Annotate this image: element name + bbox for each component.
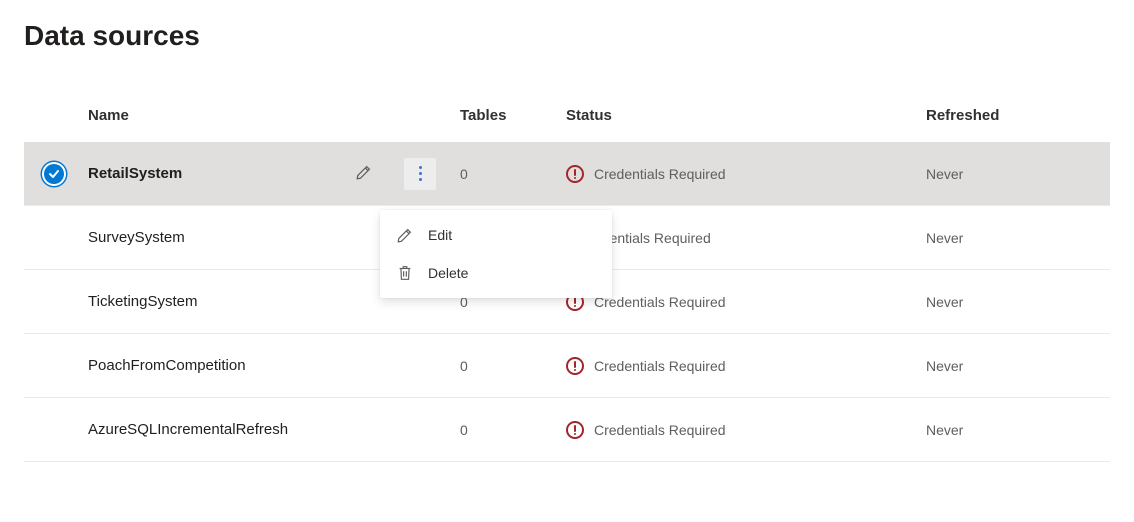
row-status: Credentials Required xyxy=(594,422,726,438)
row-refreshed: Never xyxy=(926,358,963,374)
row-tables: 0 xyxy=(460,166,468,182)
row-refreshed: Never xyxy=(926,230,963,246)
table-row[interactable]: PoachFromCompetition 0 Credentials Requi… xyxy=(24,334,1110,398)
page-title: Data sources xyxy=(24,20,1110,52)
menu-item-label: Edit xyxy=(428,227,452,243)
edit-row-button[interactable] xyxy=(348,158,380,190)
menu-item-edit[interactable]: Edit xyxy=(380,216,612,254)
table-row[interactable]: AzureSQLIncrementalRefresh 0 Credentials… xyxy=(24,398,1110,462)
row-name: RetailSystem xyxy=(84,165,344,182)
alert-icon xyxy=(566,421,584,439)
table-header-row: Name Tables Status Refreshed xyxy=(24,88,1110,142)
trash-icon xyxy=(396,264,414,282)
col-refreshed[interactable]: Refreshed xyxy=(922,107,1110,124)
col-tables[interactable]: Tables xyxy=(456,107,562,124)
row-name: PoachFromCompetition xyxy=(84,357,344,374)
row-context-menu: Edit Delete xyxy=(380,210,612,298)
alert-icon xyxy=(566,165,584,183)
col-status[interactable]: Status xyxy=(562,107,922,124)
menu-item-delete[interactable]: Delete xyxy=(380,254,612,292)
row-tables: 0 xyxy=(460,422,468,438)
row-status: Credentials Required xyxy=(594,166,726,182)
alert-icon xyxy=(566,357,584,375)
menu-item-label: Delete xyxy=(428,265,468,281)
row-selected-checkmark-icon[interactable] xyxy=(44,164,64,184)
col-name[interactable]: Name xyxy=(84,107,344,124)
row-refreshed: Never xyxy=(926,166,963,182)
vertical-dots-icon xyxy=(419,166,422,181)
row-refreshed: Never xyxy=(926,294,963,310)
pencil-icon xyxy=(355,163,373,184)
row-status: Credentials Required xyxy=(594,358,726,374)
more-actions-button[interactable] xyxy=(404,158,436,190)
table-row[interactable]: RetailSystem 0 Credentials Required Neve… xyxy=(24,142,1110,206)
row-name: SurveySystem xyxy=(84,229,344,246)
row-tables: 0 xyxy=(460,358,468,374)
row-name: TicketingSystem xyxy=(84,293,344,310)
row-refreshed: Never xyxy=(926,422,963,438)
row-name: AzureSQLIncrementalRefresh xyxy=(84,421,344,438)
pencil-icon xyxy=(396,226,414,244)
row-status: Credentials Required xyxy=(594,294,726,310)
